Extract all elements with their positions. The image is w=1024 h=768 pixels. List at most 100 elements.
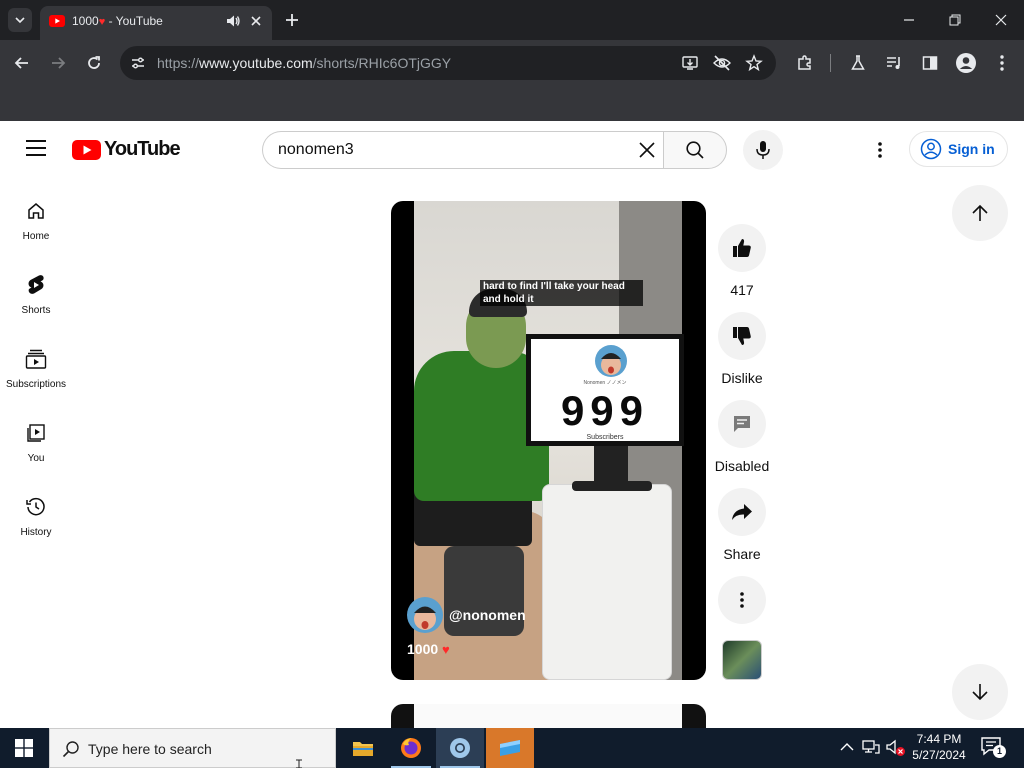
- nav-item-subscriptions[interactable]: Subscriptions: [0, 347, 72, 407]
- pinned-app[interactable]: [486, 728, 534, 768]
- more-actions-button[interactable]: [710, 576, 774, 624]
- video-monitor: Nonomen ノノメン 999 Subscribers: [526, 334, 684, 446]
- clear-search-icon[interactable]: [637, 140, 657, 160]
- file-explorer-app[interactable]: [339, 728, 387, 768]
- back-arrow-icon: [14, 57, 28, 69]
- shorts-video-player[interactable]: Nonomen ノノメン 999 Subscribers hard to fin…: [391, 201, 706, 680]
- kebab-menu-icon: [1000, 55, 1004, 71]
- comment-icon: [734, 416, 750, 432]
- share-button[interactable]: Share: [710, 488, 774, 562]
- comments-label: Disabled: [714, 458, 770, 474]
- profile-button[interactable]: [955, 52, 977, 74]
- channel-info[interactable]: @nonomen: [407, 597, 526, 633]
- action-center-button[interactable]: 1: [980, 736, 1006, 760]
- install-app-icon[interactable]: [681, 54, 699, 72]
- text-cursor-icon: [296, 759, 302, 768]
- browser-infobar-area: [0, 86, 1024, 121]
- taskbar-search-box[interactable]: Type here to search: [49, 728, 336, 768]
- nav-label-history: History: [20, 527, 52, 538]
- share-label: Share: [723, 546, 761, 562]
- previous-short-button[interactable]: [952, 185, 1008, 241]
- reload-button[interactable]: [83, 52, 105, 74]
- share-arrow-icon: [732, 504, 752, 520]
- start-button[interactable]: [0, 728, 48, 768]
- labs-button[interactable]: [847, 52, 869, 74]
- extensions-button[interactable]: [794, 52, 816, 74]
- channel-handle[interactable]: @nonomen: [449, 607, 526, 623]
- windows-taskbar: Type here to search 7:44 PM 5/27/2024 1: [0, 728, 1024, 768]
- forward-button[interactable]: [47, 52, 69, 74]
- thumbs-up-icon: [733, 239, 751, 257]
- nav-item-you[interactable]: You: [0, 421, 72, 481]
- subscriptions-icon: [25, 349, 47, 369]
- channel-avatar[interactable]: [407, 597, 443, 633]
- nav-item-shorts[interactable]: Shorts: [0, 273, 72, 333]
- tab-title: 1000♥ - YouTube: [72, 14, 163, 28]
- taskbar-clock[interactable]: 7:44 PM 5/27/2024: [908, 731, 970, 763]
- search-input[interactable]: nonomen3: [262, 131, 664, 169]
- show-hidden-icons-chevron-icon[interactable]: [840, 742, 854, 752]
- eye-off-icon[interactable]: [712, 54, 732, 72]
- side-panel-button[interactable]: [919, 52, 941, 74]
- windows-logo-icon: [15, 739, 33, 757]
- search-input-value: nonomen3: [278, 141, 354, 158]
- speaker-icon[interactable]: [225, 13, 241, 29]
- voice-search-button[interactable]: [743, 130, 783, 170]
- network-icon[interactable]: [862, 740, 880, 756]
- youtube-logo[interactable]: YouTube: [72, 138, 181, 161]
- close-tab-icon[interactable]: [248, 13, 264, 29]
- bookmark-star-icon[interactable]: [745, 54, 763, 72]
- minimize-button[interactable]: [886, 0, 932, 40]
- search-icon: [62, 741, 79, 758]
- volume-muted-icon[interactable]: [886, 739, 906, 757]
- like-button[interactable]: 417: [710, 224, 774, 298]
- comments-button[interactable]: Disabled: [710, 400, 774, 474]
- home-icon: [28, 203, 44, 219]
- chrome-app[interactable]: [436, 728, 484, 768]
- site-settings-icon[interactable]: [130, 55, 146, 71]
- kebab-menu-icon: [740, 592, 744, 608]
- address-bar[interactable]: https://www.youtube.com/shorts/RHIc6OTjG…: [120, 46, 776, 80]
- sound-track-thumbnail[interactable]: [722, 640, 762, 680]
- nav-item-home[interactable]: Home: [0, 199, 72, 259]
- chrome-icon: [450, 738, 470, 758]
- chrome-menu-button[interactable]: [991, 52, 1013, 74]
- monitor-avatar: [595, 345, 627, 377]
- next-short-button[interactable]: [952, 664, 1008, 720]
- video-title: 1000 ♥: [407, 641, 450, 657]
- browser-tab-youtube[interactable]: 1000♥ - YouTube: [40, 6, 272, 40]
- nav-item-history[interactable]: History: [0, 495, 72, 555]
- arrow-down-icon: [972, 684, 988, 701]
- music-queue-icon: [887, 57, 900, 69]
- video-monitor-base: [572, 481, 652, 491]
- tab-search-button[interactable]: [8, 8, 32, 32]
- firefox-icon: [401, 738, 421, 758]
- history-icon: [26, 497, 45, 516]
- monitor-subscribers-label: Subscribers: [586, 434, 624, 441]
- back-button[interactable]: [11, 52, 33, 74]
- firefox-app[interactable]: [387, 728, 435, 768]
- settings-menu-button[interactable]: [868, 138, 892, 162]
- monitor-channel-name: Nonomen ノノメン: [583, 380, 627, 386]
- nav-label-home: Home: [22, 231, 50, 242]
- restore-button[interactable]: [932, 0, 978, 40]
- media-controls-button[interactable]: [883, 52, 905, 74]
- forward-arrow-icon: [52, 57, 66, 69]
- nav-label-you: You: [27, 453, 45, 464]
- close-window-button[interactable]: [978, 0, 1024, 40]
- dislike-button[interactable]: Dislike: [710, 312, 774, 386]
- new-tab-icon[interactable]: [282, 10, 302, 30]
- app-window-icon: [500, 740, 520, 756]
- shorts-icon: [28, 275, 44, 294]
- close-icon: [995, 14, 1007, 26]
- notification-count-badge: 1: [993, 745, 1006, 758]
- nav-label-subscriptions: Subscriptions: [5, 379, 67, 390]
- sign-in-button[interactable]: Sign in: [909, 131, 1008, 167]
- search-button[interactable]: [663, 131, 727, 169]
- browser-tab-strip: 1000♥ - YouTube: [0, 0, 1024, 40]
- guide-menu-icon[interactable]: [26, 140, 46, 156]
- thumbs-down-icon: [733, 327, 751, 345]
- folder-icon: [353, 742, 373, 756]
- side-panel-icon: [922, 56, 938, 70]
- search-icon: [686, 141, 704, 159]
